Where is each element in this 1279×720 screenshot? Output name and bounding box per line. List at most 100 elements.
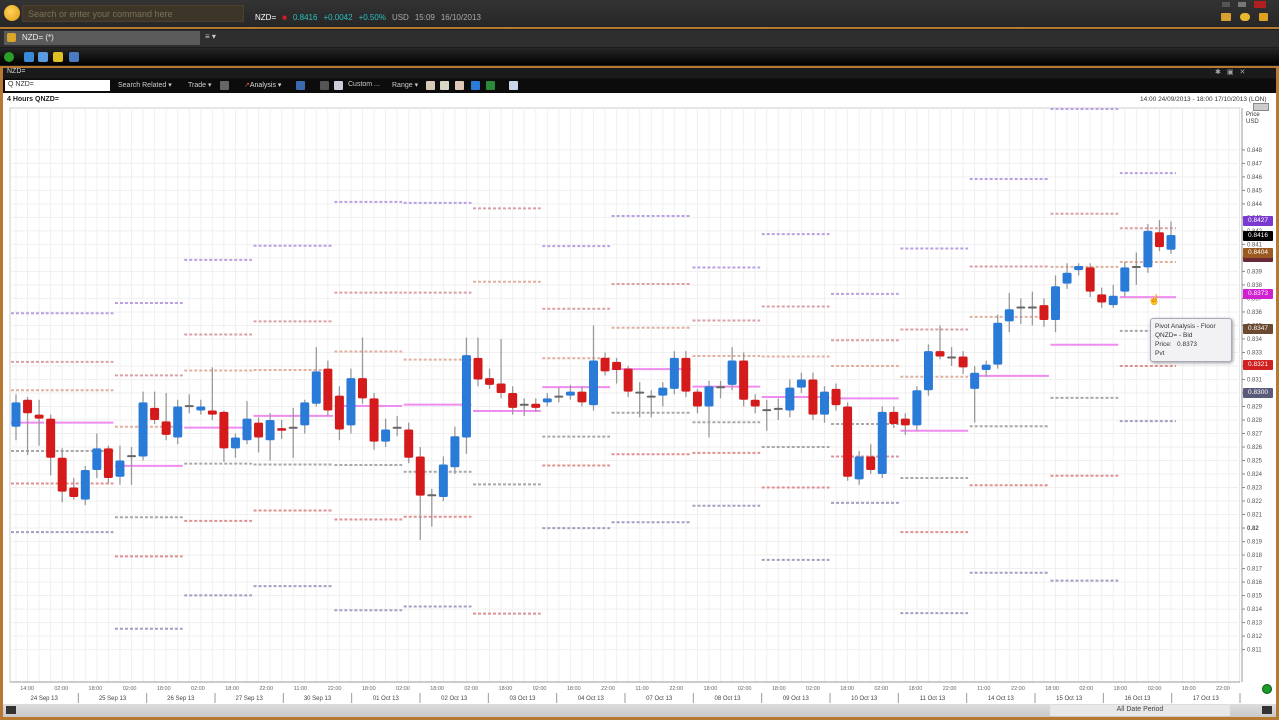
- candle-body[interactable]: [508, 392, 518, 408]
- candle-body[interactable]: [415, 456, 425, 496]
- candle-body[interactable]: [854, 456, 864, 480]
- candle-body[interactable]: [311, 371, 321, 404]
- candle-body[interactable]: [103, 448, 113, 479]
- candle-body[interactable]: [808, 379, 818, 415]
- candle-body[interactable]: [635, 391, 645, 394]
- candle-body[interactable]: [1016, 306, 1026, 309]
- candle-body[interactable]: [323, 368, 333, 411]
- axis-options-button[interactable]: [1253, 103, 1269, 111]
- candle-body[interactable]: [935, 351, 945, 357]
- candle-body[interactable]: [358, 378, 367, 399]
- candle-body[interactable]: [739, 360, 749, 400]
- candle-body[interactable]: [1097, 294, 1107, 303]
- candle-body[interactable]: [877, 411, 887, 475]
- candle-body[interactable]: [427, 494, 437, 497]
- candle-body[interactable]: [230, 437, 240, 449]
- candle-body[interactable]: [623, 368, 633, 392]
- candle-body[interactable]: [554, 395, 564, 398]
- candle-body[interactable]: [300, 402, 310, 426]
- candle-body[interactable]: [866, 456, 876, 470]
- candle-body[interactable]: [1004, 309, 1014, 322]
- candle-body[interactable]: [750, 399, 760, 407]
- candle-body[interactable]: [704, 386, 714, 407]
- scroll-left-icon[interactable]: [6, 706, 16, 714]
- candle-body[interactable]: [1074, 266, 1084, 271]
- candle-body[interactable]: [92, 448, 102, 470]
- candle-body[interactable]: [438, 464, 448, 497]
- scroll-right-icon[interactable]: [1262, 706, 1272, 714]
- candle-body[interactable]: [242, 418, 252, 441]
- candle-body[interactable]: [196, 406, 206, 411]
- candle-body[interactable]: [692, 391, 702, 407]
- candle-body[interactable]: [577, 391, 587, 403]
- candle-body[interactable]: [150, 407, 160, 420]
- candle-body[interactable]: [727, 360, 737, 385]
- candle-body[interactable]: [843, 406, 853, 477]
- candle-body[interactable]: [519, 403, 529, 406]
- candle-body[interactable]: [496, 383, 506, 393]
- candle-body[interactable]: [762, 409, 772, 412]
- candle-body[interactable]: [34, 414, 44, 419]
- candle-body[interactable]: [254, 422, 264, 438]
- candle-body[interactable]: [381, 429, 391, 442]
- candle-body[interactable]: [889, 411, 899, 425]
- candle-body[interactable]: [542, 398, 552, 403]
- candle-body[interactable]: [173, 406, 183, 438]
- candle-body[interactable]: [80, 469, 90, 500]
- candle-body[interactable]: [69, 487, 79, 497]
- candle-body[interactable]: [1166, 234, 1176, 250]
- candle-body[interactable]: [531, 403, 541, 408]
- candle-body[interactable]: [773, 407, 783, 410]
- candle-body[interactable]: [958, 356, 968, 368]
- candle-body[interactable]: [831, 388, 841, 406]
- candle-body[interactable]: [277, 428, 287, 431]
- candle-body[interactable]: [900, 418, 910, 426]
- candle-body[interactable]: [1085, 267, 1095, 292]
- candle-body[interactable]: [565, 391, 575, 396]
- candle-body[interactable]: [785, 387, 795, 411]
- candle-body[interactable]: [1120, 267, 1130, 292]
- candle-body[interactable]: [219, 411, 229, 449]
- candle-body[interactable]: [1143, 230, 1153, 268]
- candle-body[interactable]: [669, 357, 679, 389]
- candle-body[interactable]: [923, 351, 933, 391]
- candle-body[interactable]: [288, 426, 298, 429]
- candle-body[interactable]: [392, 426, 402, 429]
- candle-body[interactable]: [1154, 232, 1164, 248]
- candle-body[interactable]: [796, 379, 806, 388]
- candle-body[interactable]: [981, 364, 991, 371]
- candle-body[interactable]: [658, 387, 668, 396]
- candle-body[interactable]: [600, 357, 610, 372]
- candle-body[interactable]: [970, 372, 980, 389]
- candle-body[interactable]: [161, 421, 171, 435]
- candle-body[interactable]: [589, 360, 598, 406]
- candle-body[interactable]: [1039, 305, 1049, 321]
- candle-body[interactable]: [912, 390, 922, 426]
- candle-body[interactable]: [184, 405, 194, 408]
- candle-body[interactable]: [1062, 272, 1072, 284]
- candle-body[interactable]: [461, 355, 471, 438]
- candle-body[interactable]: [334, 395, 344, 430]
- candlestick-chart[interactable]: 0.8480.8470.8460.8450.8440.8430.8420.841…: [0, 0, 1279, 720]
- candle-body[interactable]: [138, 402, 148, 457]
- candle-body[interactable]: [404, 429, 414, 458]
- date-period-select[interactable]: All Date Period: [1050, 705, 1230, 716]
- candle-body[interactable]: [369, 398, 379, 442]
- candle-body[interactable]: [820, 391, 829, 415]
- candle-body[interactable]: [993, 322, 1003, 365]
- candle-body[interactable]: [1027, 306, 1037, 309]
- candle-body[interactable]: [346, 378, 356, 426]
- candle-body[interactable]: [716, 386, 726, 389]
- candle-body[interactable]: [46, 418, 56, 458]
- candle-body[interactable]: [1051, 286, 1060, 321]
- candle-body[interactable]: [681, 357, 691, 392]
- candle-body[interactable]: [646, 395, 656, 398]
- candle-body[interactable]: [207, 410, 217, 415]
- candle-body[interactable]: [947, 356, 957, 359]
- candle-body[interactable]: [57, 457, 67, 492]
- candle-body[interactable]: [1108, 295, 1118, 306]
- candle-body[interactable]: [485, 378, 495, 385]
- candle-body[interactable]: [1131, 266, 1141, 269]
- candle-body[interactable]: [127, 455, 136, 458]
- candle-body[interactable]: [450, 436, 460, 468]
